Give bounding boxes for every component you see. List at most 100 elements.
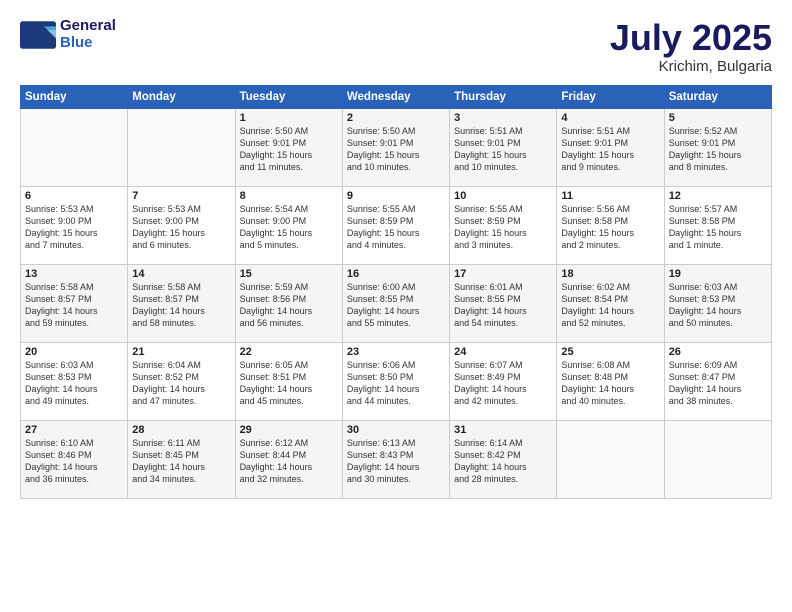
day-number: 12: [669, 190, 767, 202]
logo-icon: [20, 21, 56, 49]
page: General Blue July 2025 Krichim, Bulgaria…: [0, 0, 792, 612]
calendar-cell: 5Sunrise: 5:52 AM Sunset: 9:01 PM Daylig…: [664, 108, 771, 186]
calendar-cell: 18Sunrise: 6:02 AM Sunset: 8:54 PM Dayli…: [557, 264, 664, 342]
col-wednesday: Wednesday: [342, 85, 449, 108]
day-number: 25: [561, 346, 659, 358]
calendar-cell: 14Sunrise: 5:58 AM Sunset: 8:57 PM Dayli…: [128, 264, 235, 342]
month-title: July 2025: [610, 18, 772, 58]
day-number: 7: [132, 190, 230, 202]
calendar-cell: 24Sunrise: 6:07 AM Sunset: 8:49 PM Dayli…: [450, 342, 557, 420]
day-info: Sunrise: 5:56 AM Sunset: 8:58 PM Dayligh…: [561, 203, 659, 252]
day-info: Sunrise: 5:50 AM Sunset: 9:01 PM Dayligh…: [240, 125, 338, 174]
day-number: 18: [561, 268, 659, 280]
day-number: 23: [347, 346, 445, 358]
logo-text: General Blue: [60, 18, 116, 51]
day-number: 17: [454, 268, 552, 280]
day-number: 10: [454, 190, 552, 202]
day-info: Sunrise: 6:14 AM Sunset: 8:42 PM Dayligh…: [454, 437, 552, 486]
day-info: Sunrise: 5:55 AM Sunset: 8:59 PM Dayligh…: [347, 203, 445, 252]
day-info: Sunrise: 6:01 AM Sunset: 8:55 PM Dayligh…: [454, 281, 552, 330]
day-info: Sunrise: 6:12 AM Sunset: 8:44 PM Dayligh…: [240, 437, 338, 486]
day-info: Sunrise: 5:51 AM Sunset: 9:01 PM Dayligh…: [561, 125, 659, 174]
day-info: Sunrise: 6:04 AM Sunset: 8:52 PM Dayligh…: [132, 359, 230, 408]
day-number: 20: [25, 346, 123, 358]
day-info: Sunrise: 6:00 AM Sunset: 8:55 PM Dayligh…: [347, 281, 445, 330]
calendar-cell: 13Sunrise: 5:58 AM Sunset: 8:57 PM Dayli…: [21, 264, 128, 342]
day-number: 8: [240, 190, 338, 202]
day-number: 27: [25, 424, 123, 436]
header-row: Sunday Monday Tuesday Wednesday Thursday…: [21, 85, 772, 108]
day-info: Sunrise: 6:13 AM Sunset: 8:43 PM Dayligh…: [347, 437, 445, 486]
col-tuesday: Tuesday: [235, 85, 342, 108]
day-number: 5: [669, 112, 767, 124]
day-info: Sunrise: 5:52 AM Sunset: 9:01 PM Dayligh…: [669, 125, 767, 174]
calendar-cell: 9Sunrise: 5:55 AM Sunset: 8:59 PM Daylig…: [342, 186, 449, 264]
day-info: Sunrise: 5:57 AM Sunset: 8:58 PM Dayligh…: [669, 203, 767, 252]
day-number: 13: [25, 268, 123, 280]
header: General Blue July 2025 Krichim, Bulgaria: [20, 18, 772, 75]
calendar-cell: 12Sunrise: 5:57 AM Sunset: 8:58 PM Dayli…: [664, 186, 771, 264]
day-number: 21: [132, 346, 230, 358]
day-number: 22: [240, 346, 338, 358]
calendar-cell: [21, 108, 128, 186]
calendar-table: Sunday Monday Tuesday Wednesday Thursday…: [20, 85, 772, 499]
calendar-cell: 21Sunrise: 6:04 AM Sunset: 8:52 PM Dayli…: [128, 342, 235, 420]
calendar-cell: 17Sunrise: 6:01 AM Sunset: 8:55 PM Dayli…: [450, 264, 557, 342]
day-info: Sunrise: 5:53 AM Sunset: 9:00 PM Dayligh…: [132, 203, 230, 252]
day-info: Sunrise: 5:50 AM Sunset: 9:01 PM Dayligh…: [347, 125, 445, 174]
day-info: Sunrise: 5:59 AM Sunset: 8:56 PM Dayligh…: [240, 281, 338, 330]
calendar-cell: 27Sunrise: 6:10 AM Sunset: 8:46 PM Dayli…: [21, 420, 128, 498]
calendar-cell: 22Sunrise: 6:05 AM Sunset: 8:51 PM Dayli…: [235, 342, 342, 420]
calendar-cell: 4Sunrise: 5:51 AM Sunset: 9:01 PM Daylig…: [557, 108, 664, 186]
calendar-cell: 28Sunrise: 6:11 AM Sunset: 8:45 PM Dayli…: [128, 420, 235, 498]
calendar-cell: 6Sunrise: 5:53 AM Sunset: 9:00 PM Daylig…: [21, 186, 128, 264]
calendar-cell: [664, 420, 771, 498]
day-info: Sunrise: 6:03 AM Sunset: 8:53 PM Dayligh…: [669, 281, 767, 330]
calendar-cell: 16Sunrise: 6:00 AM Sunset: 8:55 PM Dayli…: [342, 264, 449, 342]
day-number: 15: [240, 268, 338, 280]
title-block: July 2025 Krichim, Bulgaria: [610, 18, 772, 75]
calendar-cell: 2Sunrise: 5:50 AM Sunset: 9:01 PM Daylig…: [342, 108, 449, 186]
day-number: 6: [25, 190, 123, 202]
day-info: Sunrise: 6:10 AM Sunset: 8:46 PM Dayligh…: [25, 437, 123, 486]
day-info: Sunrise: 5:54 AM Sunset: 9:00 PM Dayligh…: [240, 203, 338, 252]
col-thursday: Thursday: [450, 85, 557, 108]
day-number: 29: [240, 424, 338, 436]
location-subtitle: Krichim, Bulgaria: [610, 58, 772, 75]
day-info: Sunrise: 5:55 AM Sunset: 8:59 PM Dayligh…: [454, 203, 552, 252]
day-number: 9: [347, 190, 445, 202]
calendar-cell: 19Sunrise: 6:03 AM Sunset: 8:53 PM Dayli…: [664, 264, 771, 342]
day-number: 16: [347, 268, 445, 280]
day-number: 3: [454, 112, 552, 124]
day-number: 2: [347, 112, 445, 124]
logo: General Blue: [20, 18, 116, 51]
week-row-4: 20Sunrise: 6:03 AM Sunset: 8:53 PM Dayli…: [21, 342, 772, 420]
day-number: 26: [669, 346, 767, 358]
day-info: Sunrise: 6:07 AM Sunset: 8:49 PM Dayligh…: [454, 359, 552, 408]
day-info: Sunrise: 6:05 AM Sunset: 8:51 PM Dayligh…: [240, 359, 338, 408]
calendar-cell: [128, 108, 235, 186]
calendar-cell: 8Sunrise: 5:54 AM Sunset: 9:00 PM Daylig…: [235, 186, 342, 264]
day-info: Sunrise: 5:51 AM Sunset: 9:01 PM Dayligh…: [454, 125, 552, 174]
day-number: 1: [240, 112, 338, 124]
col-friday: Friday: [557, 85, 664, 108]
day-number: 4: [561, 112, 659, 124]
calendar-cell: 26Sunrise: 6:09 AM Sunset: 8:47 PM Dayli…: [664, 342, 771, 420]
calendar-cell: 20Sunrise: 6:03 AM Sunset: 8:53 PM Dayli…: [21, 342, 128, 420]
week-row-2: 6 Sunrise: 5:53 AM Sunset: 9:00 PM Daylig…: [21, 186, 772, 264]
calendar-cell: 31Sunrise: 6:14 AM Sunset: 8:42 PM Dayli…: [450, 420, 557, 498]
day-info: Sunrise: 6:02 AM Sunset: 8:54 PM Dayligh…: [561, 281, 659, 330]
calendar-cell: 30Sunrise: 6:13 AM Sunset: 8:43 PM Dayli…: [342, 420, 449, 498]
calendar-cell: 11Sunrise: 5:56 AM Sunset: 8:58 PM Dayli…: [557, 186, 664, 264]
day-number: 30: [347, 424, 445, 436]
day-info: Sunrise: 5:58 AM Sunset: 8:57 PM Dayligh…: [25, 281, 123, 330]
day-info: Sunrise: 6:06 AM Sunset: 8:50 PM Dayligh…: [347, 359, 445, 408]
calendar-cell: 15Sunrise: 5:59 AM Sunset: 8:56 PM Dayli…: [235, 264, 342, 342]
calendar-cell: 10Sunrise: 5:55 AM Sunset: 8:59 PM Dayli…: [450, 186, 557, 264]
day-number: 14: [132, 268, 230, 280]
day-number: 31: [454, 424, 552, 436]
col-saturday: Saturday: [664, 85, 771, 108]
day-info: Sunrise: 6:11 AM Sunset: 8:45 PM Dayligh…: [132, 437, 230, 486]
day-number: 19: [669, 268, 767, 280]
calendar-cell: 1Sunrise: 5:50 AM Sunset: 9:01 PM Daylig…: [235, 108, 342, 186]
